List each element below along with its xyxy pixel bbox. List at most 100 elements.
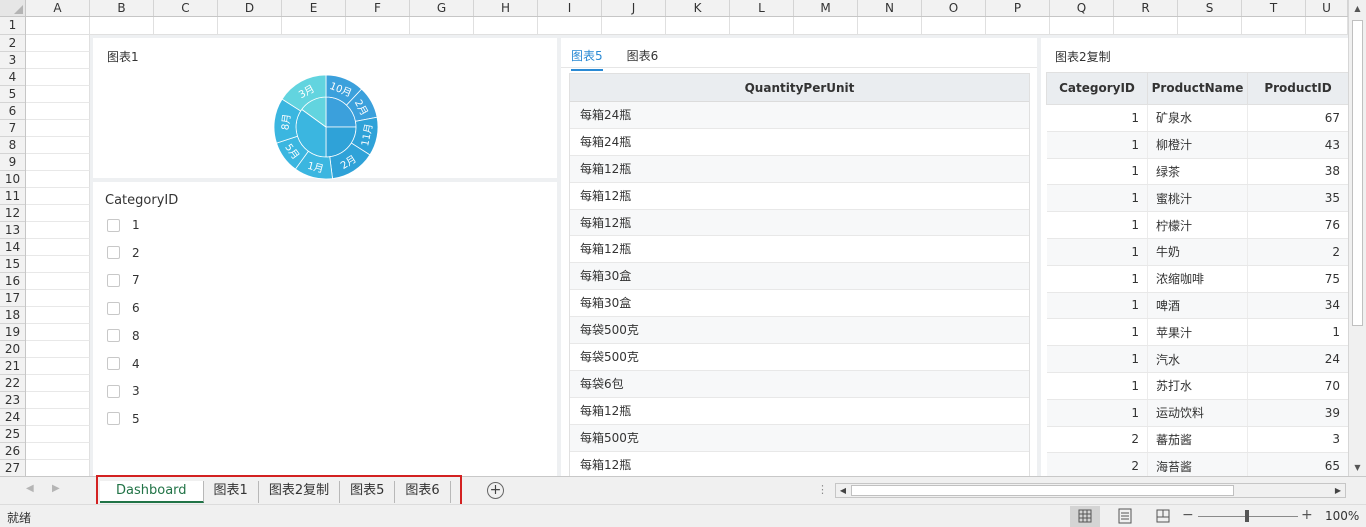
sheet-tab[interactable]: 图表5: [340, 480, 396, 503]
column-header[interactable]: O: [922, 0, 986, 16]
column-header[interactable]: M: [794, 0, 858, 16]
table-row[interactable]: 1 运动饮料 39: [1046, 399, 1348, 427]
table-row[interactable]: 1 绿茶 38: [1046, 158, 1348, 186]
select-all-corner[interactable]: [0, 0, 26, 17]
table-row[interactable]: 1 啤酒 34: [1046, 292, 1348, 320]
column-header[interactable]: L: [730, 0, 794, 16]
checkbox[interactable]: [107, 246, 120, 260]
column-header-productname[interactable]: ProductName: [1147, 72, 1248, 105]
row-header[interactable]: 19: [0, 324, 25, 341]
row-header[interactable]: 15: [0, 256, 25, 273]
sheet-tab[interactable]: 图表1: [204, 480, 259, 503]
checkbox[interactable]: [107, 357, 120, 370]
checkbox[interactable]: [107, 301, 120, 315]
column-header[interactable]: A: [26, 0, 90, 16]
grid-top-row[interactable]: [26, 17, 1348, 35]
column-header[interactable]: J: [602, 0, 666, 16]
row-header[interactable]: 12: [0, 205, 25, 222]
checkbox[interactable]: [107, 218, 120, 232]
table-row[interactable]: 每箱12瓶: [570, 398, 1029, 425]
row-header[interactable]: 14: [0, 239, 25, 256]
column-header[interactable]: G: [410, 0, 474, 16]
table-row[interactable]: 每箱12瓶: [570, 452, 1029, 476]
column-header[interactable]: E: [282, 0, 346, 16]
filter-option[interactable]: 4: [107, 354, 140, 374]
column-header[interactable]: I: [538, 0, 602, 16]
vertical-scrollbar[interactable]: ▲ ▼: [1348, 0, 1366, 476]
row-header[interactable]: 25: [0, 426, 25, 443]
table-row[interactable]: 1 柠檬汁 76: [1046, 211, 1348, 239]
scroll-left-icon[interactable]: ◀: [836, 484, 850, 497]
sheet-tab[interactable]: 图表2复制: [259, 480, 341, 503]
column-header[interactable]: B: [90, 0, 154, 16]
filter-option[interactable]: 6: [107, 298, 140, 318]
row-header[interactable]: 1: [0, 17, 25, 35]
column-header[interactable]: P: [986, 0, 1050, 16]
row-header[interactable]: 21: [0, 358, 25, 375]
scroll-right-icon[interactable]: ▶: [1331, 484, 1345, 497]
column-header[interactable]: H: [474, 0, 538, 16]
add-sheet-icon[interactable]: +: [487, 482, 504, 499]
zoom-out-icon[interactable]: −: [1182, 507, 1194, 523]
column-header-categoryid[interactable]: CategoryID: [1046, 72, 1148, 105]
row-header[interactable]: 11: [0, 188, 25, 205]
table-row[interactable]: 1 浓缩咖啡 75: [1046, 265, 1348, 293]
page-break-icon[interactable]: [1148, 506, 1178, 527]
column-header[interactable]: T: [1242, 0, 1306, 16]
column-header[interactable]: K: [666, 0, 730, 16]
checkbox[interactable]: [107, 273, 120, 287]
table-row[interactable]: 1 苹果汁 1: [1046, 318, 1348, 347]
vertical-scroll-thumb[interactable]: [1352, 20, 1363, 326]
table-row[interactable]: 1 柳橙汁 43: [1046, 131, 1348, 159]
row-header[interactable]: 13: [0, 222, 25, 239]
table-row[interactable]: 2 海苔酱 65: [1046, 452, 1348, 476]
row-header[interactable]: 4: [0, 69, 25, 86]
filter-option[interactable]: 1: [107, 215, 140, 235]
quantity-header[interactable]: QuantityPerUnit: [570, 74, 1029, 102]
filter-option[interactable]: 3: [107, 381, 140, 401]
table-row[interactable]: 每箱24瓶: [570, 129, 1029, 156]
table-row[interactable]: 每袋6包: [570, 370, 1029, 398]
zoom-level[interactable]: 100%: [1325, 509, 1359, 523]
table-row[interactable]: 每箱12瓶: [570, 155, 1029, 183]
column-header[interactable]: U: [1306, 0, 1348, 16]
filter-option[interactable]: 2: [107, 243, 140, 263]
column-header-productid[interactable]: ProductID: [1247, 72, 1348, 105]
chart1-panel[interactable]: 图表1 10月 2月 11月 2月 1月 5月 8月 3月: [93, 38, 557, 180]
grid-left-column[interactable]: [26, 35, 90, 476]
scroll-down-icon[interactable]: ▼: [1349, 459, 1366, 476]
tab-split-handle-icon[interactable]: ⋮: [817, 483, 828, 496]
checkbox[interactable]: [107, 329, 120, 343]
column-header[interactable]: D: [218, 0, 282, 16]
row-header[interactable]: 18: [0, 307, 25, 324]
scroll-up-icon[interactable]: ▲: [1349, 0, 1366, 17]
filter-option[interactable]: 5: [107, 409, 140, 429]
checkbox[interactable]: [107, 412, 120, 426]
filter-option[interactable]: 7: [107, 270, 140, 290]
row-header[interactable]: 27: [0, 460, 25, 476]
table-row[interactable]: 每箱500克: [570, 424, 1029, 452]
zoom-in-icon[interactable]: +: [1301, 507, 1313, 523]
sheet-tab[interactable]: 图表6: [395, 480, 451, 503]
row-header[interactable]: 8: [0, 137, 25, 154]
table-row[interactable]: 每袋500克: [570, 344, 1029, 371]
table-row[interactable]: 每箱30盒: [570, 263, 1029, 291]
row-header[interactable]: 22: [0, 375, 25, 392]
column-header[interactable]: Q: [1050, 0, 1114, 16]
row-header[interactable]: 9: [0, 154, 25, 171]
table-row[interactable]: 1 蜜桃汁 35: [1046, 184, 1348, 213]
grid-view-icon[interactable]: [1070, 506, 1100, 527]
tab-prev-icon[interactable]: ◀: [26, 483, 34, 494]
sheet-tab[interactable]: Dashboard: [100, 480, 204, 503]
zoom-slider-thumb[interactable]: [1245, 510, 1249, 522]
sunburst-chart[interactable]: 10月2月11月2月1月5月8月3月: [273, 74, 379, 180]
table-row[interactable]: 1 矿泉水 67: [1046, 104, 1348, 132]
row-header[interactable]: 23: [0, 392, 25, 409]
row-header[interactable]: 16: [0, 273, 25, 290]
filter-option[interactable]: 8: [107, 326, 140, 346]
table-row[interactable]: 每箱12瓶: [570, 209, 1029, 237]
row-header[interactable]: 24: [0, 409, 25, 426]
tab-next-icon[interactable]: ▶: [52, 483, 60, 494]
column-header[interactable]: C: [154, 0, 218, 16]
row-header[interactable]: 6: [0, 103, 25, 120]
